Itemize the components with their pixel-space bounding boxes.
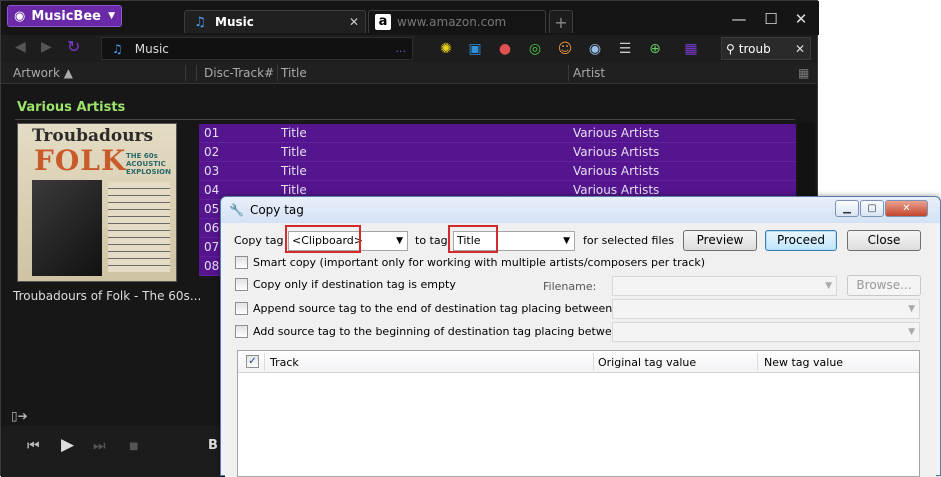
- now-playing-text: B: [208, 438, 218, 453]
- add-circle-icon[interactable]: ⊕: [646, 40, 664, 58]
- copy-tag-dialog: 🔧 Copy tag ▁ ▢ ✕ Copy tag <Clipboard> ▼ t…: [220, 196, 941, 477]
- prepend-source-checkbox[interactable]: Add source tag to the beginning of desti…: [235, 325, 661, 338]
- tab-music[interactable]: ♫ Music ✕: [184, 10, 366, 33]
- copy-tag-label: Copy tag: [234, 234, 284, 247]
- dialog-minimize-button[interactable]: ▁: [835, 200, 859, 217]
- color-wheel-icon[interactable]: ●: [496, 40, 514, 58]
- new-tab-button[interactable]: +: [549, 10, 573, 33]
- append-source-checkbox[interactable]: Append source tag to the end of destinat…: [235, 302, 648, 315]
- settings-gear-icon[interactable]: ✺: [437, 40, 455, 58]
- music-note-icon: ♫: [194, 14, 206, 30]
- highlight-box: [448, 225, 498, 253]
- musicbee-menu-button[interactable]: ◉ MusicBee ▼: [7, 5, 122, 27]
- back-arrow-icon[interactable]: ◀: [15, 39, 26, 55]
- play-icon[interactable]: ▶: [61, 435, 74, 455]
- chevron-down-icon: ▼: [563, 236, 570, 246]
- column-chooser-icon[interactable]: ▦: [798, 66, 809, 80]
- main-toolbar: ◀ ▶ ↻ ♫ Music ... ✺ ▣ ● ◎ ☺ ◉ ☰ ⊕ ▦ ⚲ tr…: [1, 35, 817, 62]
- table-row[interactable]: 01 Title Various Artists: [199, 124, 796, 143]
- dialog-body: Copy tag <Clipboard> ▼ to tag Title ▼ for …: [225, 223, 936, 477]
- chevron-down-icon: ▼: [908, 304, 915, 314]
- search-icon: ⚲: [726, 41, 735, 56]
- previous-track-icon[interactable]: ⏮: [27, 438, 40, 454]
- column-disc-track[interactable]: Disc-Track#: [204, 66, 274, 80]
- group-divider: [15, 119, 795, 120]
- person-icon[interactable]: ☺: [556, 40, 574, 58]
- table-row[interactable]: 03 Title Various Artists: [199, 162, 796, 181]
- queue-toggle-icon[interactable]: ▯➔: [11, 409, 28, 423]
- disc-icon[interactable]: ◉: [586, 40, 604, 58]
- album-caption: Troubadours of Folk - The 60s...: [13, 289, 202, 303]
- search-input[interactable]: troub: [739, 42, 771, 56]
- highlight-box: [285, 225, 361, 253]
- dialog-title-bar: 🔧 Copy tag ▁ ▢ ✕: [221, 197, 940, 223]
- album-photo: [32, 180, 102, 276]
- column-title[interactable]: Title: [281, 66, 307, 80]
- minimize-button[interactable]: —: [727, 10, 751, 28]
- grid-column-original[interactable]: Original tag value: [598, 356, 696, 369]
- search-box[interactable]: ⚲ troub ✕: [721, 37, 811, 60]
- stop-icon[interactable]: ■: [129, 441, 138, 452]
- forward-arrow-icon[interactable]: ▶: [41, 39, 52, 55]
- proceed-button[interactable]: Proceed: [765, 230, 837, 251]
- tab-amazon-label: www.amazon.com: [397, 15, 507, 29]
- grid-column-track[interactable]: Track: [270, 356, 299, 369]
- group-title: Various Artists: [17, 100, 126, 115]
- album-tracklist-decoration: [108, 182, 170, 272]
- app-name: MusicBee: [31, 8, 101, 24]
- location-more[interactable]: ...: [396, 42, 407, 55]
- location-text: Music: [134, 41, 169, 56]
- to-tag-label: to tag: [415, 234, 448, 247]
- chevron-down-icon: ▼: [908, 327, 915, 337]
- column-artist[interactable]: Artist: [573, 66, 605, 80]
- maximize-button[interactable]: ☐: [759, 10, 783, 28]
- filename-select[interactable]: ▼: [612, 276, 837, 296]
- tv-icon[interactable]: ▣: [466, 40, 484, 58]
- append-separator-select[interactable]: ▼: [612, 299, 920, 319]
- title-bar: ◉ MusicBee ▼ ♫ Music ✕ a www.amazon.com …: [1, 1, 819, 35]
- dialog-maximize-button[interactable]: ▢: [860, 200, 884, 217]
- preview-button[interactable]: Preview: [683, 230, 757, 251]
- for-selected-files-label: for selected files: [583, 234, 675, 247]
- chevron-down-icon: ▼: [396, 236, 403, 246]
- dialog-close-button[interactable]: ✕: [885, 200, 928, 217]
- prepend-separator-select[interactable]: ▼: [612, 322, 920, 342]
- column-header: Artwork ▲ Disc-Track# Title Artist ▦: [1, 62, 817, 84]
- amazon-icon: a: [375, 14, 391, 30]
- dialog-title: Copy tag: [249, 203, 304, 217]
- refresh-icon[interactable]: ↻: [67, 37, 80, 56]
- column-artwork[interactable]: Artwork ▲: [13, 66, 73, 80]
- musicbee-logo-icon: ◉: [14, 8, 26, 24]
- close-tab-icon[interactable]: ✕: [349, 15, 359, 29]
- layout-icon[interactable]: ▦: [682, 40, 700, 58]
- clear-search-icon[interactable]: ✕: [795, 42, 805, 56]
- browse-button[interactable]: Browse...: [847, 275, 921, 296]
- wrench-icon: 🔧: [229, 203, 244, 217]
- grid-column-new[interactable]: New tag value: [764, 356, 843, 369]
- grid-header: ✓ Track Original tag value New tag value: [238, 351, 919, 373]
- chevron-down-icon: ▼: [825, 281, 832, 291]
- filename-label: Filename:: [543, 280, 597, 293]
- spiral-icon[interactable]: ◎: [526, 40, 544, 58]
- close-window-button[interactable]: ✕: [789, 10, 813, 28]
- table-row[interactable]: 02 Title Various Artists: [199, 143, 796, 162]
- tab-amazon[interactable]: a www.amazon.com: [368, 10, 546, 33]
- copy-only-empty-checkbox[interactable]: Copy only if destination tag is empty: [235, 278, 456, 291]
- next-track-icon[interactable]: ⏭: [93, 438, 106, 454]
- album-artwork[interactable]: Troubadours FOLK THE 60s ACOUSTIC EXPLOS…: [17, 123, 177, 282]
- chevron-down-icon: ▼: [108, 11, 115, 21]
- equalizer-icon[interactable]: ☰: [616, 40, 634, 58]
- smart-copy-checkbox[interactable]: Smart copy (important only for working w…: [235, 256, 705, 269]
- music-note-icon: ♫: [112, 41, 123, 56]
- location-bar[interactable]: ♫ Music ...: [101, 37, 413, 60]
- preview-grid: ✓ Track Original tag value New tag value: [237, 350, 920, 477]
- plus-icon: +: [554, 12, 568, 32]
- tab-music-label: Music: [215, 15, 254, 29]
- close-button[interactable]: Close: [847, 230, 921, 251]
- select-all-checkbox[interactable]: ✓: [246, 355, 259, 368]
